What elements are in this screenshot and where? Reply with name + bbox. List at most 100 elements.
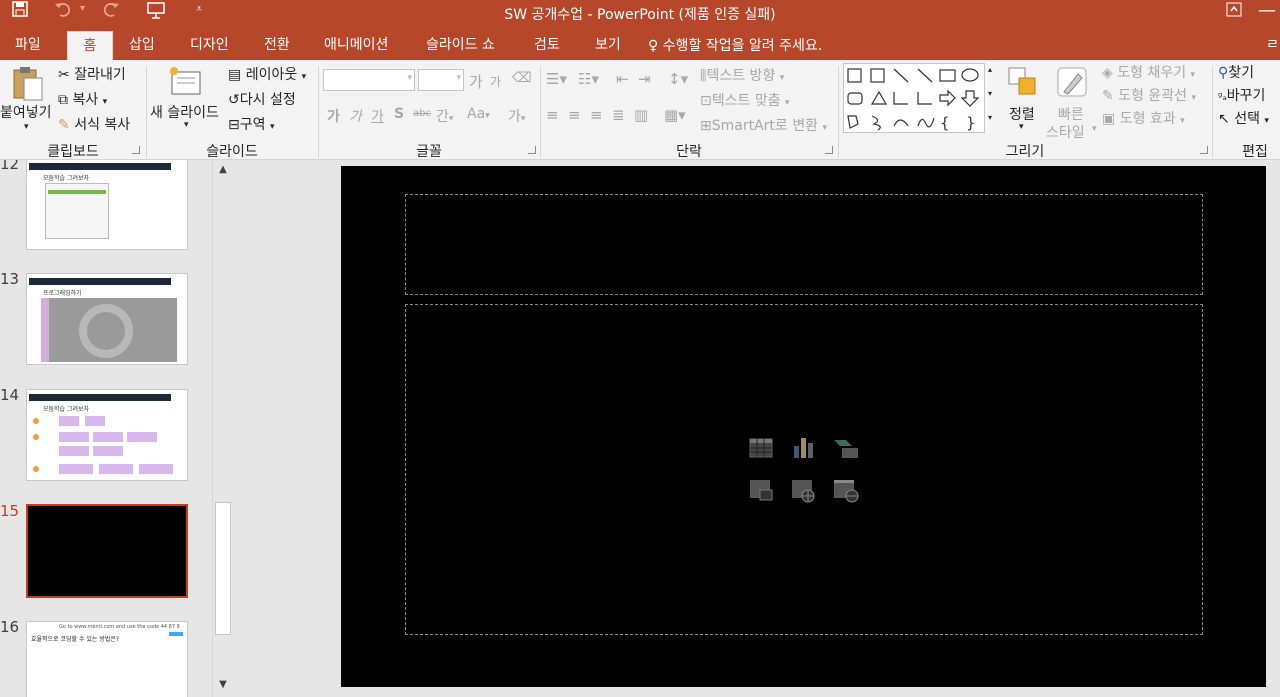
arrange-button[interactable]: 정렬 ▾	[1003, 64, 1043, 136]
tell-me-box[interactable]: ♀ 수행할 작업을 알려 주세요.	[648, 35, 822, 55]
thumb-top-line: Go to www.menti.com and use the code 44 …	[59, 624, 180, 630]
shadow-button[interactable]: S	[394, 106, 404, 122]
copy-dropdown-icon: ▾	[102, 97, 108, 107]
columns-icon[interactable]: ▦▾	[664, 106, 686, 124]
numbering-icon[interactable]: ☷▾	[578, 70, 599, 88]
decrease-indent-icon[interactable]: ⇤	[616, 70, 629, 88]
section-button[interactable]: ⊟구역 ▾	[228, 114, 274, 134]
bullets-icon[interactable]: ☰▾	[546, 70, 567, 88]
change-case-dropdown-icon: ▾	[485, 111, 490, 121]
shape-fill-label: 도형 채우기	[1117, 65, 1187, 81]
ribbon-display-options-icon[interactable]	[1226, 2, 1242, 22]
thumb-watermark	[79, 304, 133, 358]
slide-thumbnail-12[interactable]: 모둠학습 그려보자	[26, 160, 188, 250]
scrollbar-thumb[interactable]	[215, 502, 231, 635]
tab-home[interactable]: 홈	[67, 31, 113, 60]
tell-me-text: 수행할 작업을 알려 주세요.	[662, 38, 823, 54]
align-center-icon[interactable]: ≡	[568, 106, 581, 124]
tab-file[interactable]: 파일	[15, 34, 41, 54]
align-text-button[interactable]: ⊡텍스트 맞춤 ▾	[700, 90, 790, 110]
font-name-box[interactable]: ▾	[323, 69, 415, 91]
italic-button[interactable]: 가	[349, 106, 362, 126]
font-color-dropdown-icon: ▾	[520, 114, 526, 124]
current-slide[interactable]	[341, 166, 1266, 687]
distributed-icon[interactable]: ▥	[634, 106, 648, 124]
slide-thumbnail-16[interactable]: Go to www.menti.com and use the code 44 …	[26, 621, 188, 697]
insert-chart-icon[interactable]	[790, 436, 816, 460]
clear-formatting-icon[interactable]: ⌫	[512, 70, 532, 86]
title-bar: ▾ ⩡ SW 공개수업 - PowerPoint (제품 인증 실패) —	[0, 0, 1280, 26]
section-icon: ⊟	[228, 117, 240, 133]
ribbon-tabs: 파일 홈 삽입 디자인 전환 애니메이션 슬라이드 쇼 검토 보기 ♀ 수행할 …	[0, 26, 1280, 60]
tab-design[interactable]: 디자인	[190, 34, 229, 54]
quick-styles-button[interactable]: 빠른 스타일 ▾	[1044, 64, 1100, 141]
insert-online-picture-icon[interactable]	[790, 478, 816, 504]
shrink-font-button[interactable]: 가	[490, 73, 501, 90]
text-direction-button[interactable]: ⫼텍스트 방향 ▾	[700, 65, 784, 85]
slide-thumbnail-15[interactable]	[26, 504, 188, 598]
smartart-button[interactable]: ⊞SmartArt로 변환 ▾	[700, 115, 827, 135]
thumb-dot	[33, 418, 39, 424]
tab-slideshow[interactable]: 슬라이드 쇼	[426, 34, 495, 54]
scroll-up-icon[interactable]: ▲	[217, 164, 229, 176]
justify-icon[interactable]: ≣	[612, 106, 625, 124]
find-button[interactable]: ⚲찾기	[1218, 62, 1254, 82]
new-slide-button[interactable]: 새 슬라이드 ▾	[148, 62, 226, 136]
scroll-down-icon[interactable]: ▼	[217, 679, 229, 691]
paste-button[interactable]: 붙여넣기 ▾	[0, 64, 56, 136]
more-shapes-icon[interactable]: ▾	[988, 113, 992, 122]
align-left-icon[interactable]: ≡	[546, 106, 559, 124]
layout-button[interactable]: ▤ 레이아웃 ▾	[228, 64, 306, 84]
replace-button[interactable]: ᵍₐ바꾸기	[1218, 85, 1265, 105]
tab-transitions[interactable]: 전환	[264, 34, 290, 54]
align-right-icon[interactable]: ≡	[590, 106, 603, 124]
slide-thumbnail-14[interactable]: 모둠학습 그려보자	[26, 389, 188, 481]
title-placeholder[interactable]	[405, 194, 1203, 295]
increase-indent-icon[interactable]: ⇥	[638, 70, 651, 88]
tab-review[interactable]: 검토	[534, 34, 560, 54]
paragraph-launcher-icon[interactable]	[825, 146, 833, 154]
quick-styles-icon	[1057, 67, 1087, 97]
font-size-box[interactable]: ▾	[418, 69, 464, 91]
layout-icon: ▤	[228, 67, 242, 83]
insert-table-icon[interactable]	[748, 436, 774, 460]
char-spacing-button[interactable]: 간▾	[436, 106, 453, 126]
tab-insert[interactable]: 삽입	[129, 34, 155, 54]
tab-animations[interactable]: 애니메이션	[324, 34, 388, 54]
change-case-button[interactable]: Aa▾	[467, 106, 490, 122]
account-label[interactable]: ㄹ	[1266, 34, 1279, 54]
line-spacing-icon[interactable]: ↕▾	[668, 70, 688, 88]
insert-picture-icon[interactable]	[748, 478, 774, 504]
drawing-launcher-icon[interactable]	[1200, 146, 1208, 154]
clipboard-launcher-icon[interactable]	[132, 146, 140, 154]
font-color-button[interactable]: 가▾	[508, 106, 525, 126]
thumb-box	[59, 464, 93, 474]
slide-thumbnail-13[interactable]: 프로그래밍하기	[26, 273, 188, 365]
bold-button[interactable]: 가	[327, 106, 340, 126]
quick-styles-dropdown-icon: ▾	[1092, 124, 1097, 134]
reset-button[interactable]: ↺다시 설정	[228, 89, 296, 109]
scroll-up-icon[interactable]: ▴	[988, 65, 992, 74]
shape-effects-button[interactable]: ▣ 도형 효과 ▾	[1102, 108, 1185, 128]
shape-outline-button[interactable]: ✎ 도형 윤곽선 ▾	[1102, 85, 1196, 105]
cut-button[interactable]: ✂ 잘라내기	[58, 64, 126, 84]
font-launcher-icon[interactable]	[528, 146, 536, 154]
insert-video-icon[interactable]	[832, 478, 860, 504]
underline-button[interactable]: 가	[371, 106, 384, 126]
format-painter-button[interactable]: ✎ 서식 복사	[58, 114, 130, 134]
select-button[interactable]: ↖ 선택 ▾	[1218, 108, 1269, 128]
minimize-icon[interactable]: —	[1258, 0, 1276, 21]
shapes-gallery[interactable]: { } ▴ ▾ ▾	[843, 63, 1000, 133]
grow-font-button[interactable]: 가	[469, 71, 483, 92]
shapes-scrollbar[interactable]: ▴ ▾ ▾	[984, 63, 1000, 133]
thumbnail-scrollbar[interactable]: ▲ ▼	[212, 160, 232, 697]
copy-button[interactable]: ⧉ 복사 ▾	[58, 89, 107, 109]
insert-smartart-icon[interactable]	[832, 436, 860, 460]
shapes-icon: { }	[847, 68, 980, 132]
thumb-heading: 프로그래밍하기	[43, 290, 82, 297]
slide-number: 14	[0, 386, 20, 404]
scroll-down-icon[interactable]: ▾	[988, 89, 992, 98]
shape-fill-button[interactable]: ◈ 도형 채우기 ▾	[1102, 62, 1195, 82]
tab-view[interactable]: 보기	[595, 34, 621, 54]
strikethrough-button[interactable]: abc	[413, 108, 431, 119]
